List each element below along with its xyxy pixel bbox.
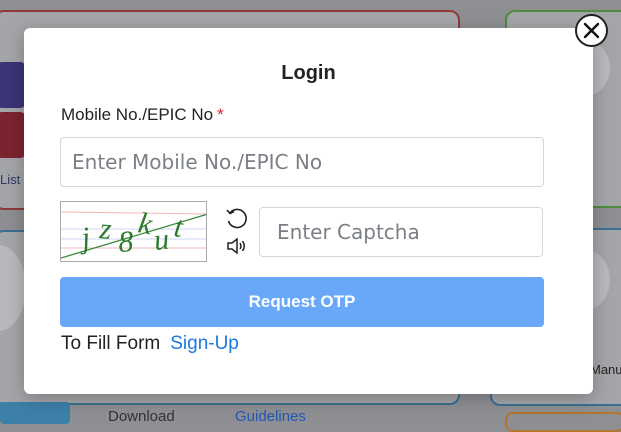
refresh-icon[interactable] xyxy=(223,206,251,232)
captcha-char: 8 xyxy=(117,225,134,259)
background-download-link: Download xyxy=(108,408,175,425)
captcha-char: u xyxy=(152,223,170,257)
captcha-char: z xyxy=(97,212,113,246)
signup-link[interactable]: Sign-Up xyxy=(170,333,239,354)
modal-title: Login xyxy=(281,62,336,84)
login-modal: Login Mobile No./EPIC No* jz8kut xyxy=(24,28,593,394)
fill-form-text: To Fill Form xyxy=(61,333,161,354)
captcha-image: jz8kut xyxy=(60,201,207,262)
mobile-field-label: Mobile No./EPIC No * xyxy=(61,105,224,125)
close-modal-button[interactable] xyxy=(575,14,608,47)
mobile-epic-input[interactable] xyxy=(60,137,544,187)
background-list-link: List xyxy=(0,172,21,187)
speaker-icon[interactable] xyxy=(223,233,251,259)
captcha-input[interactable] xyxy=(259,207,543,257)
background-guidelines-link: Guidelines xyxy=(235,408,306,425)
background-bottom-button xyxy=(0,402,70,424)
close-icon xyxy=(583,22,600,39)
background-button-red xyxy=(0,112,26,158)
background-card-orange xyxy=(505,412,621,432)
background-button-purple xyxy=(0,62,26,108)
captcha-controls xyxy=(223,206,251,260)
request-otp-button[interactable]: Request OTP xyxy=(60,277,544,327)
captcha-char: j xyxy=(75,221,92,255)
background-manual-text: Manu xyxy=(590,362,621,377)
mobile-label-text: Mobile No./EPIC No xyxy=(61,105,214,124)
fill-form-row: To Fill Form Sign-Up xyxy=(61,333,239,355)
required-marker: * xyxy=(217,105,224,124)
